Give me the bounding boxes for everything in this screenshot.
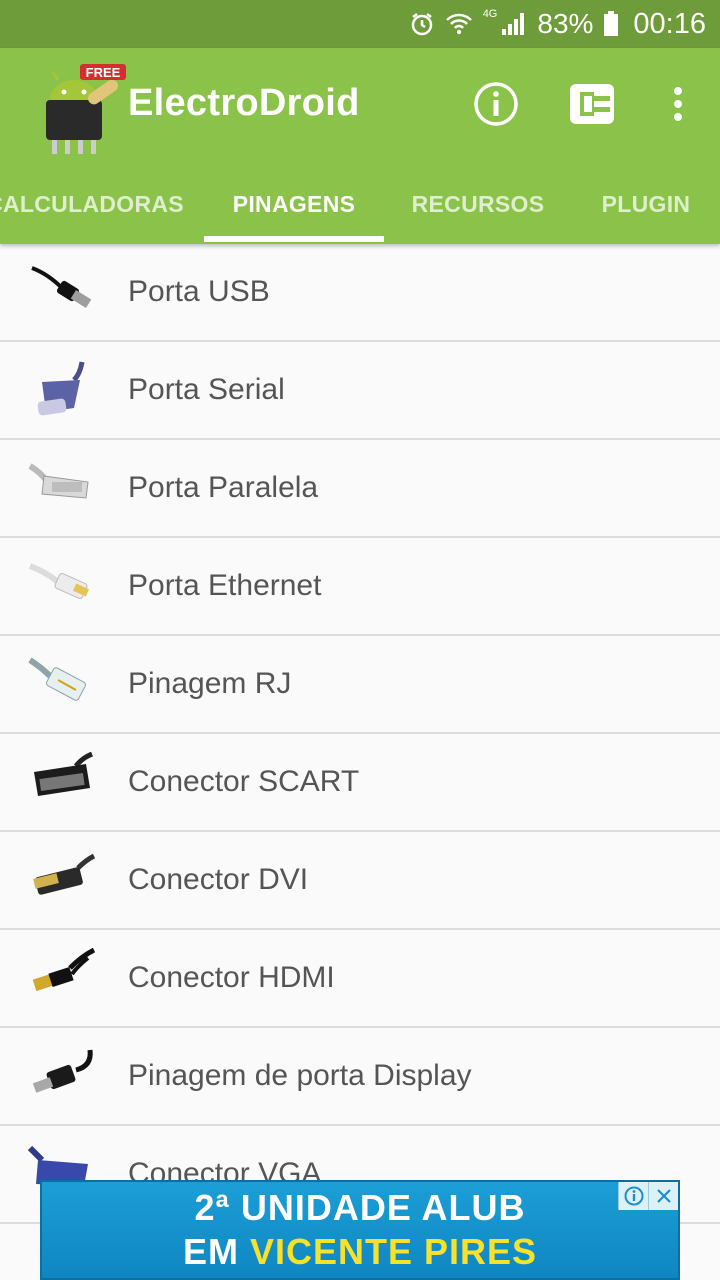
tab-recursos[interactable]: RECURSOS xyxy=(388,164,568,244)
list-item-conector-dvi[interactable]: Conector DVI xyxy=(0,832,720,930)
tab-pinagens[interactable]: PINAGENS xyxy=(204,164,384,244)
list-item-label: Conector SCART xyxy=(128,765,360,798)
ad-subline: EM VICENTE PIRES xyxy=(183,1230,537,1274)
list-item-label: Porta Serial xyxy=(128,373,285,406)
status-bar: 4G 83% 00:16 xyxy=(0,0,720,48)
displayport-cable-icon xyxy=(32,1049,93,1093)
more-vert-icon xyxy=(674,87,682,121)
app-logo: FREE xyxy=(38,56,128,156)
hdmi-cable-icon xyxy=(32,948,96,992)
ad-subline-highlight: VICENTE PIRES xyxy=(249,1231,538,1272)
app-title: ElectroDroid xyxy=(128,82,360,124)
list-item-conector-scart[interactable]: Conector SCART xyxy=(0,734,720,832)
tab-bar: CALCULADORAS PINAGENS RECURSOS PLUGIN xyxy=(0,164,720,244)
info-icon xyxy=(474,82,518,126)
plug-icon xyxy=(570,84,614,124)
clock: 00:16 xyxy=(633,7,706,40)
list-item-porta-serial[interactable]: Porta Serial xyxy=(0,342,720,440)
alarm-icon xyxy=(409,11,435,37)
usb-cable-icon xyxy=(31,266,92,309)
ad-banner[interactable]: 2ª UNIDADE ALUB EM VICENTE PIRES xyxy=(40,1180,680,1280)
serial-cable-icon xyxy=(37,361,85,416)
list-item-label: Pinagem RJ xyxy=(128,667,292,700)
scart-cable-icon xyxy=(34,752,93,796)
pinout-list: Porta USB Porta Serial Porta Paralela Po… xyxy=(0,244,720,1280)
overflow-menu-button[interactable] xyxy=(650,76,706,132)
list-item-pinagem-rj[interactable]: Pinagem RJ xyxy=(0,636,720,734)
active-tab-indicator xyxy=(204,236,384,242)
list-item-label: Porta USB xyxy=(128,275,270,308)
network-type-label: 4G xyxy=(482,8,498,20)
ad-info-icon xyxy=(624,1186,643,1206)
list-item-pinagem-porta-display[interactable]: Pinagem de porta Display xyxy=(0,1028,720,1126)
list-item-label: Conector DVI xyxy=(128,863,309,896)
list-item-porta-ethernet[interactable]: Porta Ethernet xyxy=(0,538,720,636)
ad-info-button[interactable] xyxy=(618,1182,648,1210)
list-item-label: Conector HDMI xyxy=(128,961,335,994)
battery-percent: 83% xyxy=(537,8,594,39)
signal-icon xyxy=(501,12,527,36)
app-bar: FREE ElectroDroid CALCULADORAS PINAGENS … xyxy=(0,48,720,244)
tab-plugin[interactable]: PLUGIN xyxy=(572,164,720,244)
free-badge: FREE xyxy=(86,65,121,80)
list-item-label: Porta Paralela xyxy=(128,471,319,504)
toolbar: FREE ElectroDroid xyxy=(0,48,720,164)
tab-calculadoras[interactable]: CALCULADORAS xyxy=(0,164,200,244)
ethernet-cable-icon xyxy=(28,563,90,599)
rj-cable-icon xyxy=(28,657,87,701)
ad-close-button[interactable] xyxy=(648,1182,678,1210)
list-item-label: Pinagem de porta Display xyxy=(128,1059,472,1092)
list-item-porta-paralela[interactable]: Porta Paralela xyxy=(0,440,720,538)
list-item-label: Porta Ethernet xyxy=(128,569,322,602)
wifi-icon xyxy=(445,11,473,37)
list-item-porta-usb[interactable]: Porta USB xyxy=(0,244,720,342)
list-item-conector-hdmi[interactable]: Conector HDMI xyxy=(0,930,720,1028)
plugin-button[interactable] xyxy=(564,76,620,132)
parallel-cable-icon xyxy=(28,463,89,499)
dvi-cable-icon xyxy=(33,853,96,895)
info-button[interactable] xyxy=(468,76,524,132)
ad-headline: 2ª UNIDADE ALUB xyxy=(194,1187,526,1228)
battery-icon xyxy=(603,11,619,37)
ad-controls xyxy=(618,1182,678,1210)
ad-subline-prefix: EM xyxy=(182,1231,250,1272)
close-icon xyxy=(656,1189,671,1203)
